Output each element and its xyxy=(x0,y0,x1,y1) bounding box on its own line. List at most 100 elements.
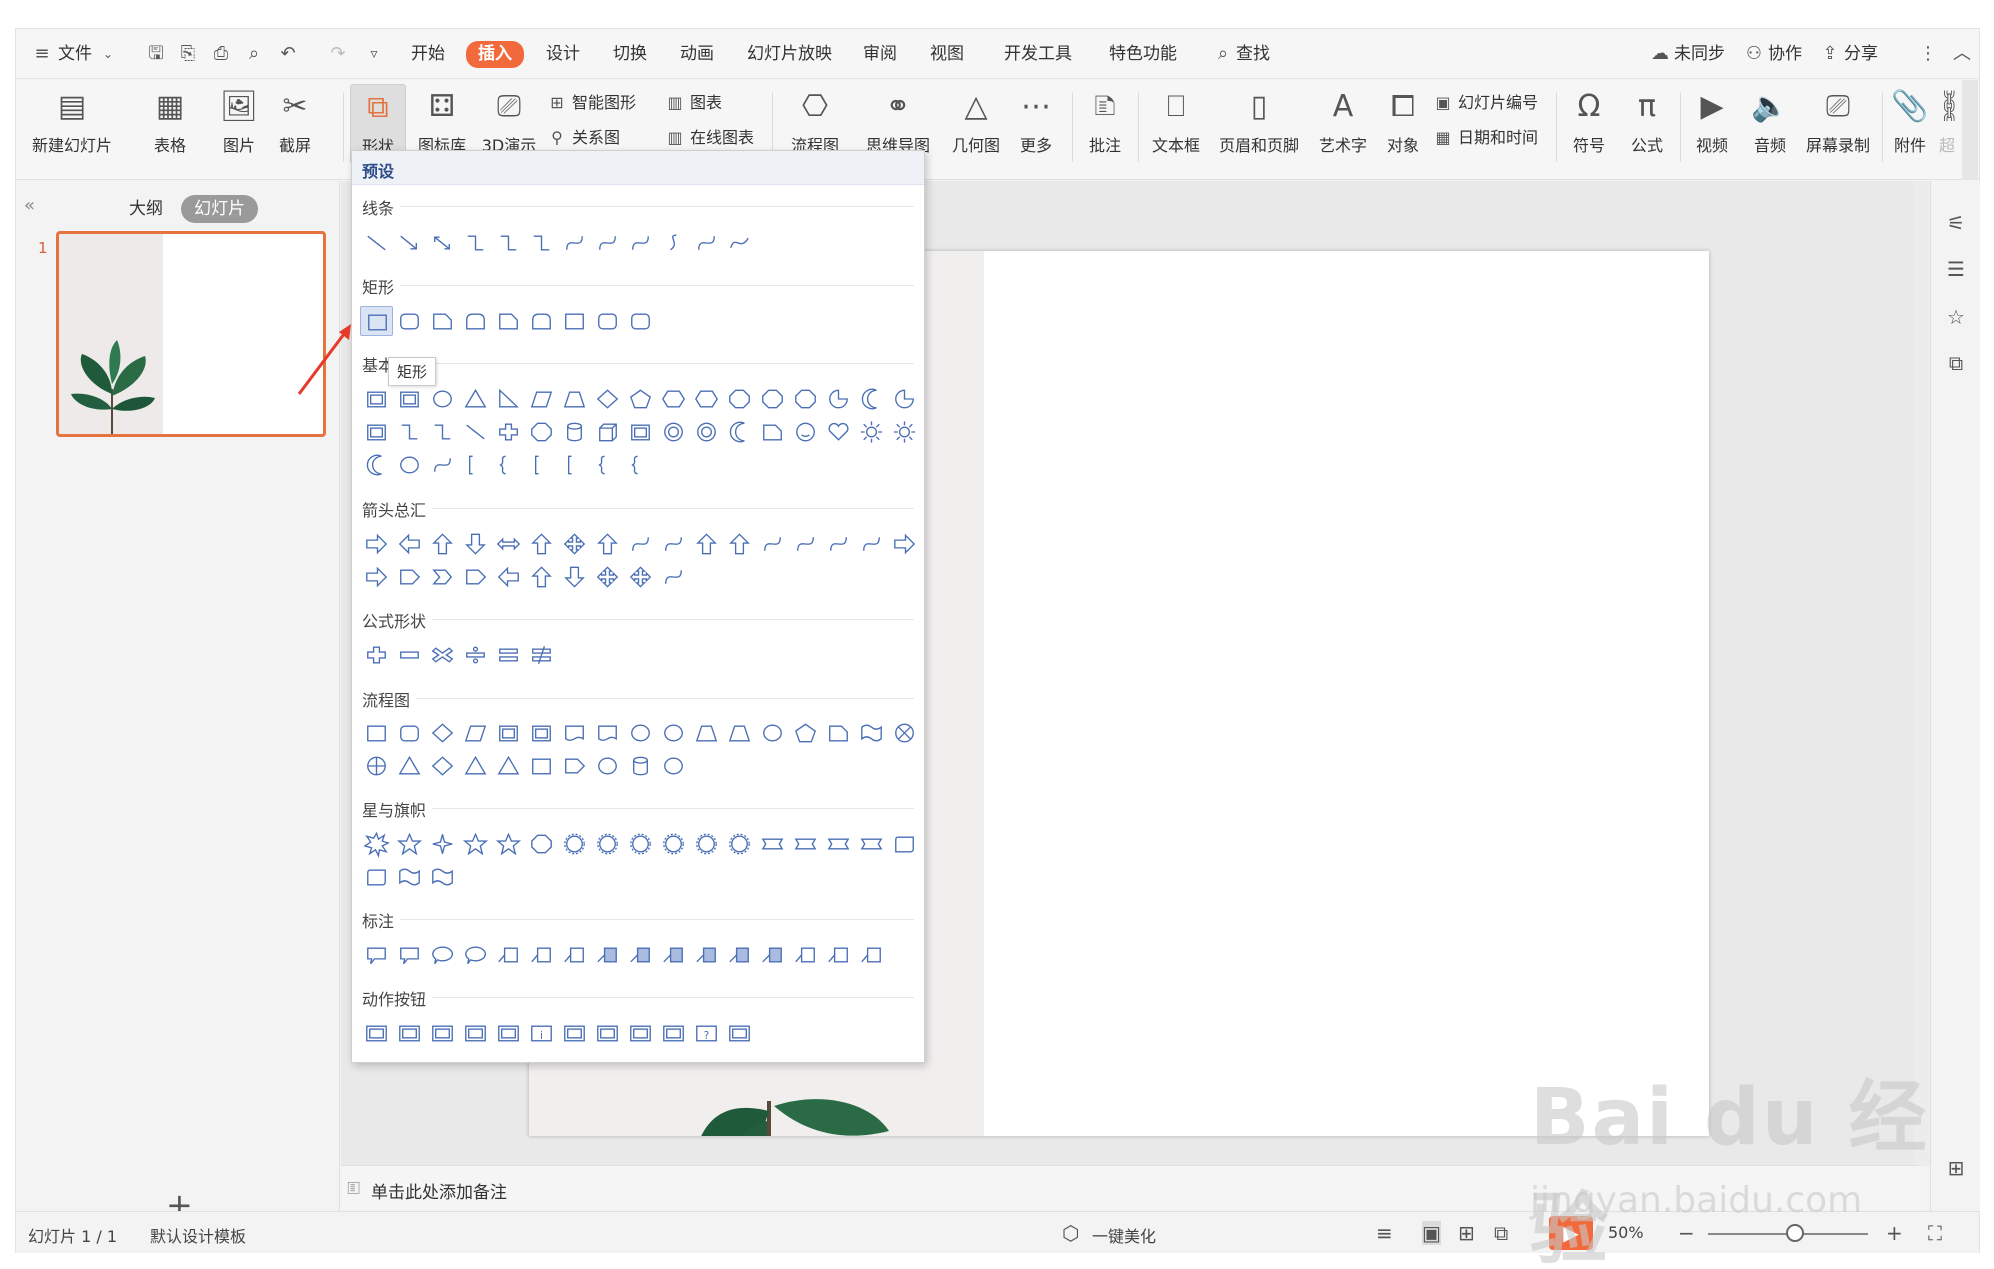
free-shape-icon[interactable] xyxy=(723,228,756,258)
menu-features[interactable]: 特色功能 xyxy=(1109,42,1177,66)
ellipse-shape-icon[interactable] xyxy=(393,450,426,480)
elbow-shape-icon[interactable] xyxy=(393,417,426,447)
arr-lr-shape-icon[interactable] xyxy=(492,529,525,559)
home-shape-icon[interactable] xyxy=(393,562,426,592)
share-icon[interactable]: ⇪ xyxy=(1818,42,1842,66)
tri-shape-icon[interactable] xyxy=(459,384,492,414)
frame-shape-icon[interactable] xyxy=(624,417,657,447)
menu-developer[interactable]: 开发工具 xyxy=(1004,42,1072,66)
more-button[interactable]: ⋯ 更多 xyxy=(1010,84,1062,164)
doc-shape-icon[interactable] xyxy=(591,718,624,748)
print-preview-icon[interactable]: ⌕ xyxy=(242,42,266,66)
arr-d-shape-icon[interactable] xyxy=(459,529,492,559)
starn-shape-icon[interactable] xyxy=(723,829,756,859)
bracket-shape-icon[interactable] xyxy=(558,450,591,480)
wordart-button[interactable]: A 艺术字 xyxy=(1311,84,1375,164)
notes-toggle-icon[interactable]: ≡ xyxy=(1376,1221,1393,1245)
callout-l-shape-icon[interactable] xyxy=(492,940,525,970)
oct-shape-icon[interactable] xyxy=(756,384,789,414)
tab-outline[interactable]: 大纲 xyxy=(116,195,176,223)
vertical-scrollbar[interactable] xyxy=(1914,181,1930,1166)
rtri-shape-icon[interactable] xyxy=(492,384,525,414)
callout-l-shape-icon[interactable] xyxy=(789,940,822,970)
snip-shape-icon[interactable] xyxy=(426,306,459,336)
arr-l-shape-icon[interactable] xyxy=(492,562,525,592)
starn-shape-icon[interactable] xyxy=(690,829,723,859)
redo-icon[interactable]: ↷ xyxy=(326,42,350,66)
act-shape-icon[interactable] xyxy=(426,1018,459,1048)
callout-lb-shape-icon[interactable] xyxy=(756,940,789,970)
callout-l-shape-icon[interactable] xyxy=(525,940,558,970)
para-shape-icon[interactable] xyxy=(525,384,558,414)
sun-shape-icon[interactable] xyxy=(855,417,888,447)
ribbon-shape-icon[interactable] xyxy=(855,829,888,859)
brace-shape-icon[interactable] xyxy=(591,450,624,480)
callout-o-shape-icon[interactable] xyxy=(459,940,492,970)
template-name[interactable]: 默认设计模板 xyxy=(150,1223,246,1247)
rect-shape-icon[interactable] xyxy=(558,306,591,336)
property-icon[interactable]: ⚟ xyxy=(1944,211,1968,235)
wave-shape-icon[interactable] xyxy=(426,862,459,892)
star5-shape-icon[interactable] xyxy=(492,829,525,859)
search-icon[interactable]: ⌕ xyxy=(1211,42,1235,66)
rrect-shape-icon[interactable] xyxy=(393,718,426,748)
ellipse-shape-icon[interactable] xyxy=(624,718,657,748)
tri-shape-icon[interactable] xyxy=(492,751,525,781)
online-chart-button[interactable]: ▥ 在线图表 xyxy=(664,125,754,151)
diamond-shape-icon[interactable] xyxy=(426,751,459,781)
ellipse-shape-icon[interactable] xyxy=(756,718,789,748)
rrect-shape-icon[interactable] xyxy=(591,306,624,336)
darrow-shape-icon[interactable] xyxy=(426,228,459,258)
scroll-shape-icon[interactable] xyxy=(888,829,921,859)
hex-shape-icon[interactable] xyxy=(690,384,723,414)
round1-shape-icon[interactable] xyxy=(525,306,558,336)
hamburger-icon[interactable]: ≡ xyxy=(30,42,54,66)
star-icon[interactable]: ☆ xyxy=(1944,305,1968,329)
table-button[interactable]: ▦ 表格 xyxy=(144,84,196,164)
screen-record-button[interactable]: ⎚ 屏幕录制 xyxy=(1802,84,1874,164)
geometry-button[interactable]: △ 几何图 xyxy=(948,84,1004,164)
wave-shape-icon[interactable] xyxy=(855,718,888,748)
callout-lb-shape-icon[interactable] xyxy=(723,940,756,970)
rect-shape-icon[interactable] xyxy=(360,718,393,748)
div-shape-icon[interactable] xyxy=(459,640,492,670)
elbow-shape-icon[interactable] xyxy=(525,228,558,258)
act-shape-icon[interactable] xyxy=(558,1018,591,1048)
menu-file[interactable]: 文件 xyxy=(58,42,92,66)
curve-shape-icon[interactable] xyxy=(789,529,822,559)
menu-review[interactable]: 审阅 xyxy=(863,42,897,66)
act-shape-icon[interactable] xyxy=(657,1018,690,1048)
datetime-button[interactable]: ▦ 日期和时间 xyxy=(1432,125,1538,151)
menu-transition[interactable]: 切换 xyxy=(613,42,647,66)
brace-shape-icon[interactable] xyxy=(492,450,525,480)
starn-shape-icon[interactable] xyxy=(591,829,624,859)
textbox-button[interactable]: ⎕ 文本框 xyxy=(1144,84,1208,164)
ribbon-scroll[interactable] xyxy=(1962,80,1978,180)
curve-shape-icon[interactable] xyxy=(756,529,789,559)
ribbon-shape-icon[interactable] xyxy=(789,829,822,859)
arrow-shape-icon[interactable] xyxy=(393,228,426,258)
actq-shape-icon[interactable]: ? xyxy=(690,1018,723,1048)
diamond-shape-icon[interactable] xyxy=(426,718,459,748)
curve-shape-icon[interactable] xyxy=(624,228,657,258)
normal-view-icon[interactable]: ▣ xyxy=(1422,1221,1441,1245)
header-footer-button[interactable]: ▯ 页眉和页脚 xyxy=(1214,84,1304,164)
curve-shape-icon[interactable] xyxy=(657,562,690,592)
circX-shape-icon[interactable] xyxy=(888,718,921,748)
arr-4-shape-icon[interactable] xyxy=(591,562,624,592)
can-shape-icon[interactable] xyxy=(558,417,591,447)
rrect-shape-icon[interactable] xyxy=(624,306,657,336)
starn-shape-icon[interactable] xyxy=(657,829,690,859)
curve-shape-icon[interactable] xyxy=(855,529,888,559)
arr-u-shape-icon[interactable] xyxy=(426,529,459,559)
frame-shape-icon[interactable] xyxy=(360,417,393,447)
frame-shape-icon[interactable] xyxy=(393,384,426,414)
snip-shape-icon[interactable] xyxy=(756,417,789,447)
callout-r-shape-icon[interactable] xyxy=(393,940,426,970)
symbol-button[interactable]: Ω 符号 xyxy=(1564,84,1614,164)
curve-shape-icon[interactable] xyxy=(624,529,657,559)
arr-r-shape-icon[interactable] xyxy=(360,562,393,592)
menu-design[interactable]: 设计 xyxy=(546,42,580,66)
frame-shape-icon[interactable] xyxy=(492,718,525,748)
bracket-shape-icon[interactable] xyxy=(459,450,492,480)
